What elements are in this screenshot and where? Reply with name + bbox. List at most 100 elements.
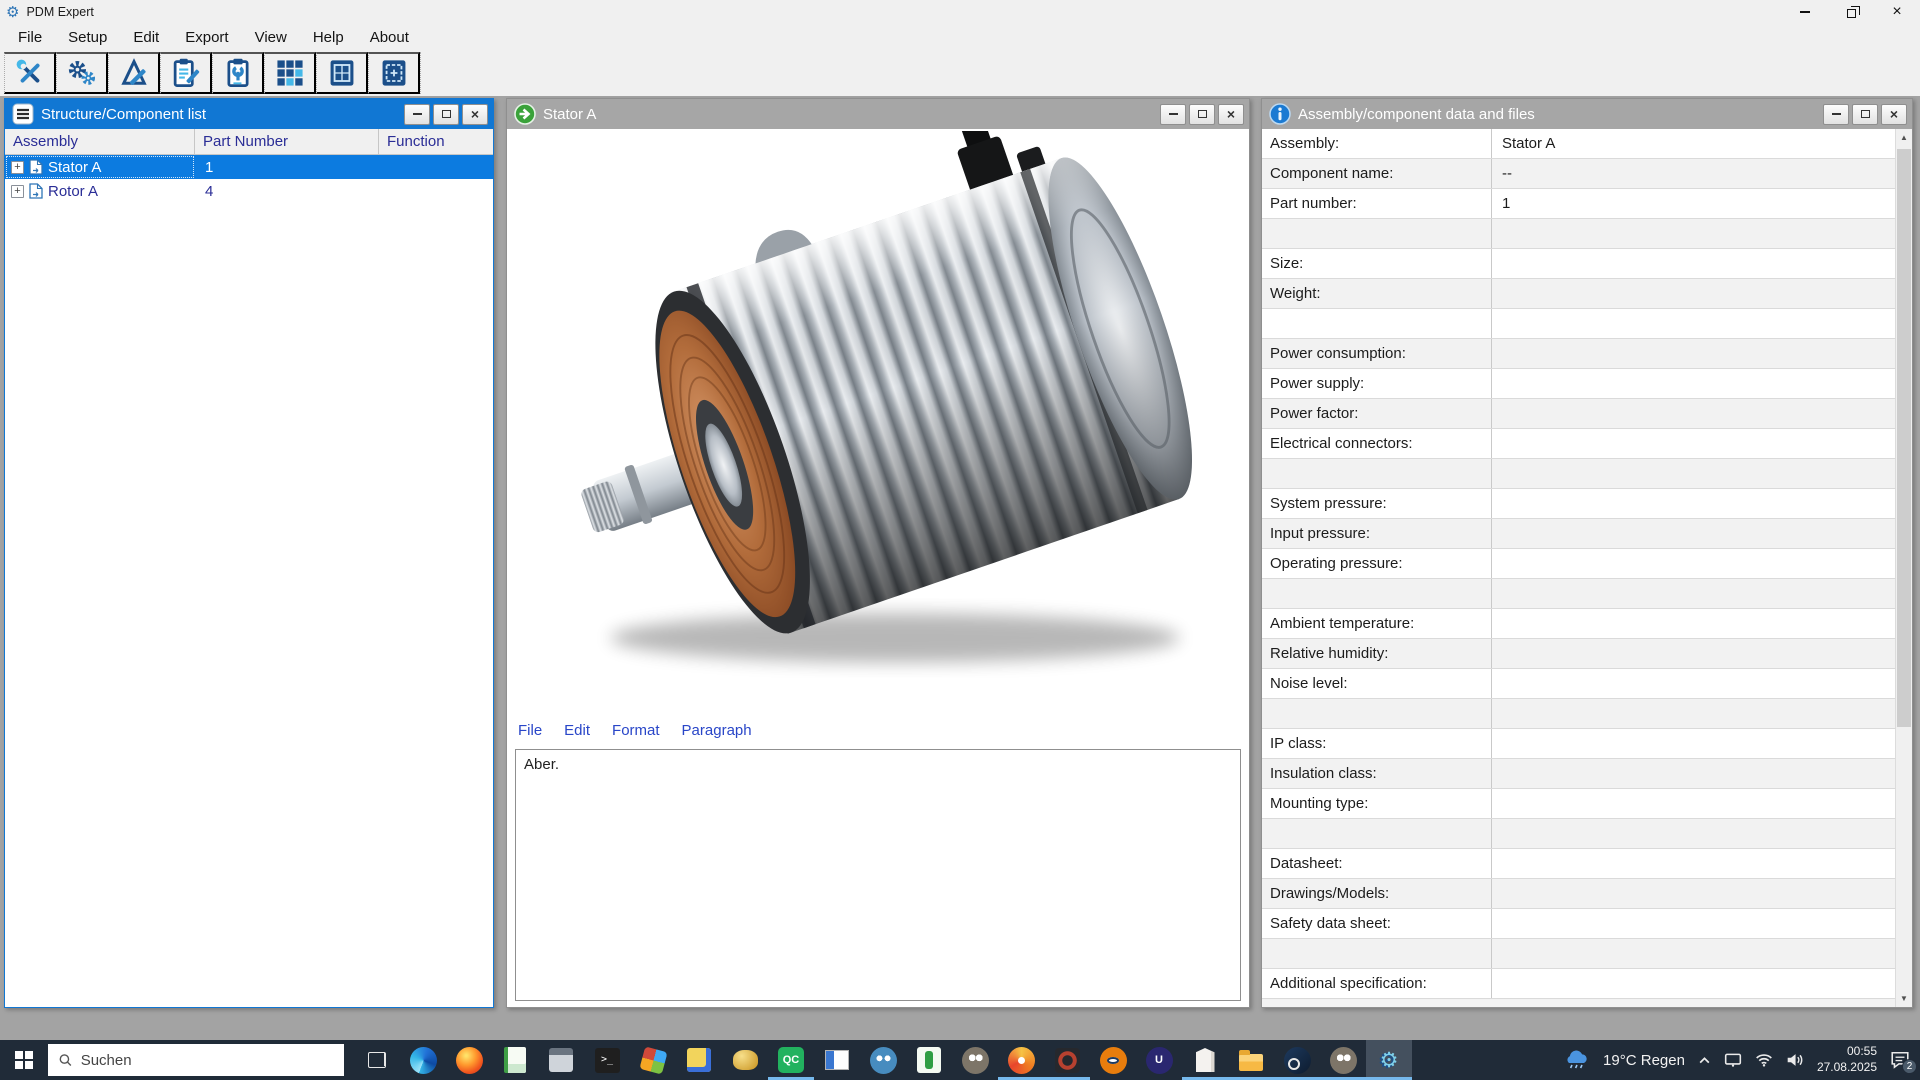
taskbar-gimp-2[interactable] [1320, 1040, 1366, 1080]
tree-row[interactable]: + Rotor A 4 [5, 179, 493, 203]
structure-close-button[interactable]: × [462, 104, 488, 125]
taskbar-notes-app[interactable] [492, 1040, 538, 1080]
data-row[interactable]: System pressure: [1262, 489, 1895, 519]
column-header-function[interactable]: Function [379, 129, 493, 154]
toolbar-blueprint2-button[interactable] [368, 52, 420, 94]
editor-menu-item[interactable]: File [518, 722, 542, 739]
data-row[interactable]: Power supply: [1262, 369, 1895, 399]
data-row[interactable]: Additional specification: [1262, 969, 1895, 999]
menu-item[interactable]: Edit [120, 24, 172, 50]
taskbar-blender[interactable] [1090, 1040, 1136, 1080]
toolbar-settings-button[interactable] [56, 52, 108, 94]
taskbar-xnview[interactable] [998, 1040, 1044, 1080]
toolbar-blueprint-button[interactable] [316, 52, 368, 94]
data-maximize-button[interactable] [1852, 104, 1878, 125]
notes-text-area[interactable]: Aber. [515, 749, 1241, 1001]
field-value[interactable] [1492, 609, 1895, 638]
taskbar-task-view[interactable] [354, 1040, 400, 1080]
data-row[interactable]: Operating pressure: [1262, 549, 1895, 579]
taskbar-qc-app[interactable]: QC [768, 1040, 814, 1080]
field-value[interactable] [1492, 849, 1895, 878]
start-button[interactable] [0, 1040, 48, 1080]
tree-row[interactable]: + Stator A 1 [5, 155, 493, 179]
data-row[interactable] [1262, 819, 1895, 849]
field-value[interactable] [1492, 369, 1895, 398]
data-row[interactable]: Power factor: [1262, 399, 1895, 429]
tray-overflow-chevron[interactable] [1698, 1056, 1711, 1065]
toolbar-service-button[interactable] [212, 52, 264, 94]
data-row[interactable] [1262, 219, 1895, 249]
structure-panel-titlebar[interactable]: Structure/Component list × [5, 99, 493, 129]
data-row[interactable]: IP class: [1262, 729, 1895, 759]
data-row[interactable]: Drawings/Models: [1262, 879, 1895, 909]
data-row[interactable]: Insulation class: [1262, 759, 1895, 789]
taskbar-media-window[interactable] [814, 1040, 860, 1080]
scroll-up-button[interactable] [1896, 129, 1912, 146]
data-row[interactable]: Weight: [1262, 279, 1895, 309]
taskbar-image-viewer[interactable] [676, 1040, 722, 1080]
taskbar-clock[interactable]: 00:55 27.08.2025 [1817, 1044, 1877, 1075]
field-value[interactable] [1492, 339, 1895, 368]
editor-menu-item[interactable]: Edit [564, 722, 590, 739]
field-value[interactable]: -- [1492, 159, 1895, 188]
editor-menu-item[interactable]: Format [612, 722, 660, 739]
data-row[interactable]: Relative humidity: [1262, 639, 1895, 669]
data-close-button[interactable]: × [1881, 104, 1907, 125]
wifi-icon[interactable] [1755, 1053, 1773, 1067]
field-value[interactable]: Stator A [1492, 129, 1895, 158]
assembly-cell[interactable]: + Stator A [5, 155, 195, 179]
field-value[interactable] [1492, 429, 1895, 458]
field-value[interactable] [1492, 759, 1895, 788]
field-value[interactable] [1492, 219, 1895, 248]
field-value[interactable] [1492, 549, 1895, 578]
field-value[interactable] [1492, 249, 1895, 278]
assembly-cell[interactable]: + Rotor A [5, 179, 195, 203]
window-titlebar[interactable]: ⚙ PDM Expert × [0, 0, 1920, 24]
field-value[interactable] [1492, 489, 1895, 518]
taskbar-ubuntu[interactable]: U [1136, 1040, 1182, 1080]
viewer-maximize-button[interactable] [1189, 104, 1215, 125]
data-row[interactable]: Input pressure: [1262, 519, 1895, 549]
taskbar-pdm-expert[interactable] [1366, 1040, 1412, 1080]
toolbar-tools-button[interactable] [4, 52, 56, 94]
structure-minimize-button[interactable] [404, 104, 430, 125]
window-close-button[interactable]: × [1874, 0, 1920, 24]
editor-menu-item[interactable]: Paragraph [682, 722, 752, 739]
taskbar-milk-app[interactable] [1182, 1040, 1228, 1080]
menu-item[interactable]: Setup [55, 24, 120, 50]
taskbar-file-explorer[interactable] [1228, 1040, 1274, 1080]
menu-item[interactable]: About [357, 24, 422, 50]
taskbar-terminal[interactable]: >_ [584, 1040, 630, 1080]
data-row[interactable]: Component name: -- [1262, 159, 1895, 189]
scroll-down-button[interactable] [1896, 990, 1912, 1007]
toolbar-list-edit-button[interactable] [160, 52, 212, 94]
field-value[interactable] [1492, 909, 1895, 938]
window-minimize-button[interactable] [1782, 0, 1828, 24]
data-row[interactable] [1262, 939, 1895, 969]
data-row[interactable]: Ambient temperature: [1262, 609, 1895, 639]
data-row[interactable]: Mounting type: [1262, 789, 1895, 819]
field-value[interactable] [1492, 309, 1895, 338]
field-value[interactable] [1492, 879, 1895, 908]
data-minimize-button[interactable] [1823, 104, 1849, 125]
taskbar-search[interactable] [48, 1044, 344, 1076]
expand-toggle[interactable]: + [11, 161, 24, 174]
data-row[interactable] [1262, 459, 1895, 489]
taskbar-firefox[interactable] [446, 1040, 492, 1080]
menu-item[interactable]: File [5, 24, 55, 50]
field-value[interactable] [1492, 279, 1895, 308]
data-row[interactable] [1262, 699, 1895, 729]
search-input[interactable] [81, 1052, 334, 1069]
viewer-minimize-button[interactable] [1160, 104, 1186, 125]
taskbar-prism-3d[interactable] [630, 1040, 676, 1080]
column-header-part-number[interactable]: Part Number [195, 129, 379, 154]
taskbar-darktable[interactable] [1044, 1040, 1090, 1080]
field-value[interactable] [1492, 579, 1895, 608]
field-value[interactable] [1492, 969, 1895, 998]
taskbar-3d-box[interactable] [538, 1040, 584, 1080]
notification-center-button[interactable]: 2 [1890, 1051, 1910, 1069]
field-value[interactable] [1492, 939, 1895, 968]
taskbar-edge[interactable] [400, 1040, 446, 1080]
field-value[interactable] [1492, 639, 1895, 668]
menu-item[interactable]: Export [172, 24, 241, 50]
